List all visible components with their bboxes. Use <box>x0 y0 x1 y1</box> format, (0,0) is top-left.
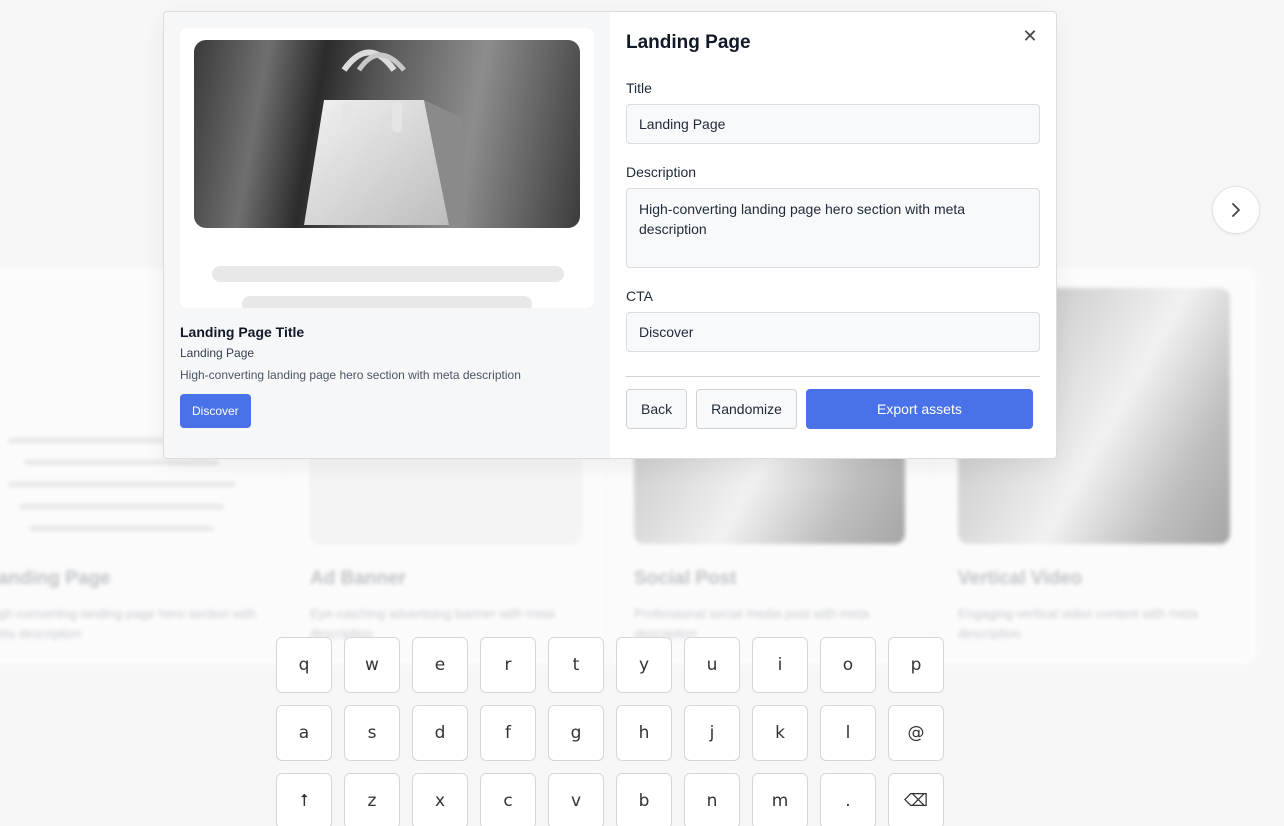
key-l[interactable]: l <box>820 705 876 761</box>
key-at[interactable]: @ <box>888 705 944 761</box>
preview-image <box>194 40 580 228</box>
preview-subtitle: Landing Page <box>180 346 255 360</box>
key-p[interactable]: p <box>888 637 944 693</box>
key-z[interactable]: z <box>344 773 400 826</box>
preview-cta-button[interactable]: Discover <box>180 394 251 428</box>
asset-editor-modal: Landing Page Title Landing Page High-con… <box>163 11 1057 459</box>
export-assets-button[interactable]: Export assets <box>805 389 1033 429</box>
key-y[interactable]: y <box>616 637 672 693</box>
key-g[interactable]: g <box>548 705 604 761</box>
next-button[interactable] <box>1212 186 1260 234</box>
key-h[interactable]: h <box>616 705 672 761</box>
template-card-title: Landing Page <box>0 568 111 589</box>
template-card-title: Ad Banner <box>310 568 407 589</box>
description-label: Description <box>626 164 697 180</box>
skeleton-line <box>212 266 564 282</box>
cta-label: CTA <box>626 288 653 304</box>
on-screen-keyboard: q w e r t y u i o p a s d f g h j k l @ … <box>276 637 944 826</box>
key-f[interactable]: f <box>480 705 536 761</box>
template-card-title: Social Post <box>634 568 737 589</box>
key-r[interactable]: r <box>480 637 536 693</box>
key-d[interactable]: d <box>412 705 468 761</box>
back-button[interactable]: Back <box>626 389 688 429</box>
divider <box>626 376 1040 377</box>
modal-actions: Back Randomize Export assets <box>626 389 1040 429</box>
backspace-icon[interactable]: ⌫ <box>888 773 944 826</box>
preview-card <box>180 28 594 308</box>
key-c[interactable]: c <box>480 773 536 826</box>
modal-title: Landing Page <box>626 32 751 53</box>
key-b[interactable]: b <box>616 773 672 826</box>
title-input[interactable]: Landing Page <box>626 104 1040 144</box>
description-textarea[interactable]: High-converting landing page hero sectio… <box>626 188 1040 268</box>
key-m[interactable]: m <box>752 773 808 826</box>
key-e[interactable]: e <box>412 637 468 693</box>
key-q[interactable]: q <box>276 637 332 693</box>
template-card-description: Engaging vertical video content with met… <box>958 606 1198 641</box>
template-card-description: High-converting landing page hero sectio… <box>0 606 257 641</box>
chevron-right-icon <box>1232 203 1240 217</box>
template-card-title: Vertical Video <box>958 568 1083 589</box>
keyboard-row: q w e r t y u i o p <box>276 637 944 693</box>
key-period[interactable]: . <box>820 773 876 826</box>
key-s[interactable]: s <box>344 705 400 761</box>
key-k[interactable]: k <box>752 705 808 761</box>
key-v[interactable]: v <box>548 773 604 826</box>
key-o[interactable]: o <box>820 637 876 693</box>
preview-description: High-converting landing page hero sectio… <box>180 368 521 382</box>
close-icon[interactable]: ✕ <box>1020 26 1040 46</box>
keyboard-row: a s d f g h j k l @ <box>276 705 944 761</box>
title-label: Title <box>626 80 652 96</box>
key-i[interactable]: i <box>752 637 808 693</box>
skeleton-line <box>242 296 532 308</box>
randomize-button[interactable]: Randomize <box>696 389 797 429</box>
key-j[interactable]: j <box>684 705 740 761</box>
cta-input[interactable]: Discover <box>626 312 1040 352</box>
form-pane: Landing Page ✕ Title Landing Page Descri… <box>610 12 1056 458</box>
key-n[interactable]: n <box>684 773 740 826</box>
key-x[interactable]: x <box>412 773 468 826</box>
key-t[interactable]: t <box>548 637 604 693</box>
key-a[interactable]: a <box>276 705 332 761</box>
key-w[interactable]: w <box>344 637 400 693</box>
shift-icon[interactable]: ⭡ <box>276 773 332 826</box>
preview-title: Landing Page Title <box>180 324 305 340</box>
preview-pane: Landing Page Title Landing Page High-con… <box>164 12 610 458</box>
keyboard-row: ⭡ z x c v b n m . ⌫ <box>276 773 944 826</box>
key-u[interactable]: u <box>684 637 740 693</box>
